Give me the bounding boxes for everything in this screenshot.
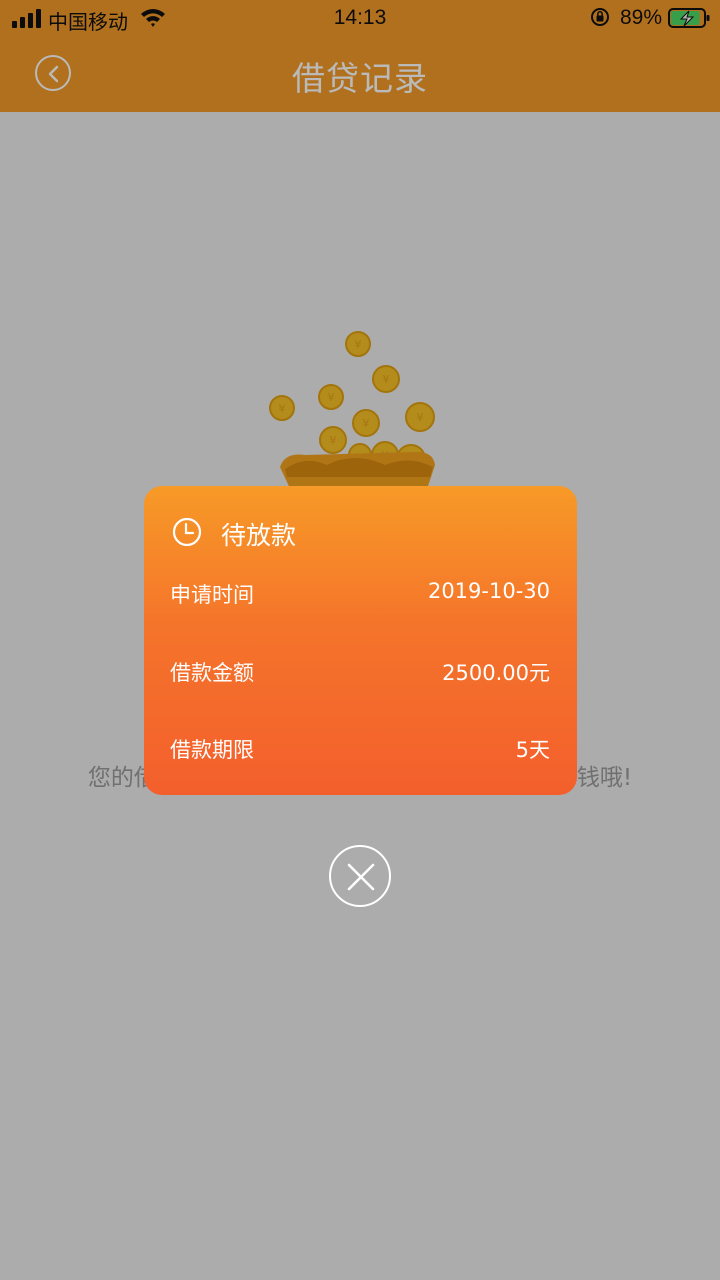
loan-status: 待放款 <box>221 521 297 550</box>
apply-time-value: 2019-10-30 <box>427 579 550 603</box>
loan-term-value: 5天 <box>515 738 550 762</box>
loan-amount-value: 2500.00元 <box>442 661 550 685</box>
loan-term-label: 借款期限 <box>170 738 254 762</box>
apply-time-label: 申请时间 <box>170 583 254 607</box>
modal-overlay[interactable]: 待放款 申请时间 2019-10-30 借款金额 2500.00元 借款期限 5… <box>0 0 720 1280</box>
clock-icon <box>172 517 202 547</box>
close-button[interactable] <box>329 845 391 907</box>
close-icon <box>347 863 375 891</box>
loan-amount-label: 借款金额 <box>170 661 254 685</box>
loan-detail-popup: 待放款 申请时间 2019-10-30 借款金额 2500.00元 借款期限 5… <box>144 486 577 795</box>
